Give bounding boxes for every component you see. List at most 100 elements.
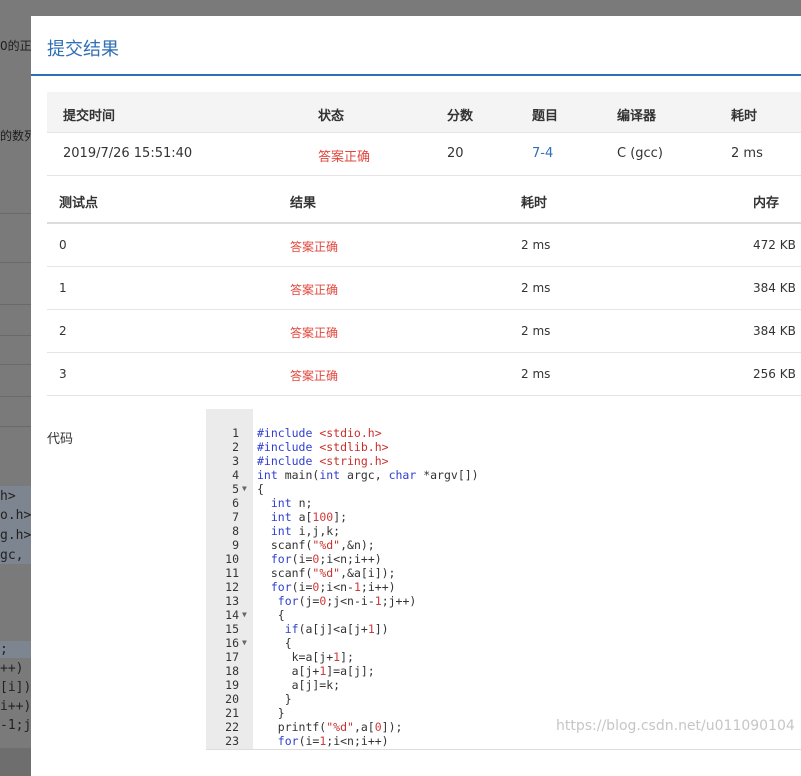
header-result: 结果 xyxy=(290,196,317,211)
code-text: #include <stdio.h> xyxy=(257,426,382,440)
header-score: 分数 xyxy=(447,109,474,124)
code-line: 3 #include <string.h> xyxy=(206,454,801,468)
compiler-value: C (gcc) xyxy=(617,146,663,161)
submission-summary-table: 提交时间 状态 分数 题目 编译器 耗时 2019/7/26 15:51:40 … xyxy=(47,92,801,176)
line-number: 5 xyxy=(232,482,239,496)
header-submit-time: 提交时间 xyxy=(63,109,116,124)
summary-header-row: 提交时间 状态 分数 题目 编译器 耗时 xyxy=(47,92,801,133)
status-accepted: 答案正确 xyxy=(318,150,371,165)
line-number: 9 xyxy=(232,538,239,552)
code-line: 4 int main(int argc, char *argv[]) xyxy=(206,468,801,482)
code-text: scanf("%d",&a[i]); xyxy=(257,566,396,580)
code-text: for(i=0;i<n;i++) xyxy=(270,552,382,566)
test-case-row: 1 答案正确 2 ms 384 KB xyxy=(47,267,801,310)
code-text: if(a[j]<a[j+1]) xyxy=(284,622,389,636)
code-line: 20 } xyxy=(206,692,801,706)
code-text: int n; xyxy=(270,496,313,510)
submission-result-dialog: 提交结果 提交时间 状态 分数 题目 编译器 耗时 2019/7/26 15:5… xyxy=(31,16,801,776)
header-duration: 耗时 xyxy=(731,109,758,124)
case-time: 2 ms xyxy=(521,367,551,381)
case-id: 1 xyxy=(59,281,67,295)
line-number: 19 xyxy=(225,678,239,692)
score-value: 20 xyxy=(447,146,464,161)
background-divider xyxy=(0,262,32,263)
line-number: 20 xyxy=(225,692,239,706)
case-time: 2 ms xyxy=(521,324,551,338)
code-text: a[j]=k; xyxy=(257,678,341,692)
line-number: 16 xyxy=(225,636,239,650)
code-line: 5 ▼ { xyxy=(206,482,801,496)
case-time: 2 ms xyxy=(521,281,551,295)
duration-value: 2 ms xyxy=(731,146,763,161)
code-text: int main(int argc, char *argv[]) xyxy=(257,468,479,482)
code-line: 7 int a[100]; xyxy=(206,510,801,524)
code-line: 9 scanf("%d",&n); xyxy=(206,538,801,552)
case-result: 答案正确 xyxy=(290,326,339,340)
code-text: for(i=1;i<n;i++) xyxy=(277,734,389,748)
line-number: 15 xyxy=(225,622,239,636)
background-divider xyxy=(0,335,32,336)
code-text: printf("%d",a[0]); xyxy=(257,720,403,734)
case-time: 2 ms xyxy=(521,238,551,252)
background-code: ; xyxy=(0,642,8,657)
code-line: 12 for(i=0;i<n-1;i++) xyxy=(206,580,801,594)
case-result: 答案正确 xyxy=(290,283,339,297)
code-text: #include <string.h> xyxy=(257,454,389,468)
code-line: 13 for(j=0;j<n-i-1;j++) xyxy=(206,594,801,608)
line-number: 1 xyxy=(232,426,239,440)
test-case-table: 测试点 结果 耗时 内存 0 答案正确 2 ms 472 KB 1 答案正确 2… xyxy=(47,177,801,396)
code-line: 19 a[j]=k; xyxy=(206,678,801,692)
code-text: #include <stdlib.h> xyxy=(257,440,389,454)
line-number: 23 xyxy=(225,734,239,748)
code-line: 6 int n; xyxy=(206,496,801,510)
code-line: 2 #include <stdlib.h> xyxy=(206,440,801,454)
code-text: scanf("%d",&n); xyxy=(257,538,375,552)
code-line: 18 a[j+1]=a[j]; xyxy=(206,664,801,678)
background-divider xyxy=(0,396,32,397)
case-id: 0 xyxy=(59,238,67,252)
submit-time: 2019/7/26 15:51:40 xyxy=(63,146,193,161)
line-number: 8 xyxy=(232,524,239,538)
code-label: 代码 xyxy=(47,432,74,447)
line-number: 10 xyxy=(225,552,239,566)
line-number: 18 xyxy=(225,664,239,678)
case-result: 答案正确 xyxy=(290,369,339,383)
test-case-row: 2 答案正确 2 ms 384 KB xyxy=(47,310,801,353)
summary-row: 2019/7/26 15:51:40 答案正确 20 7-4 C (gcc) 2… xyxy=(47,133,801,176)
line-number: 2 xyxy=(232,440,239,454)
background-code: o.h> xyxy=(0,508,32,523)
code-text: a[j+1]=a[j]; xyxy=(257,664,375,678)
background-divider xyxy=(0,426,32,427)
line-number: 12 xyxy=(225,580,239,594)
case-memory: 256 KB xyxy=(753,367,796,381)
background-code: i++) xyxy=(0,699,32,714)
line-number: 3 xyxy=(232,454,239,468)
line-number: 4 xyxy=(232,468,239,482)
fold-toggle-icon[interactable]: ▼ xyxy=(242,608,247,622)
background-divider xyxy=(0,213,32,214)
problem-link[interactable]: 7-4 xyxy=(532,146,553,161)
line-number: 21 xyxy=(225,706,239,720)
code-line: 1 #include <stdio.h> xyxy=(206,426,801,440)
test-case-row: 0 答案正确 2 ms 472 KB xyxy=(47,224,801,267)
line-number: 22 xyxy=(225,720,239,734)
dialog-title: 提交结果 xyxy=(47,39,119,60)
code-line: 23 for(i=1;i<n;i++) xyxy=(206,734,801,748)
code-line: 17 k=a[j+1]; xyxy=(206,650,801,664)
code-viewer[interactable]: 1 #include <stdio.h> 2 #include <stdlib.h> 3… xyxy=(206,409,801,750)
code-text: } xyxy=(257,692,292,706)
code-text: { xyxy=(257,608,285,622)
case-id: 3 xyxy=(59,367,67,381)
fold-toggle-icon[interactable]: ▼ xyxy=(242,482,247,496)
background-code: ++) xyxy=(0,661,24,676)
background-divider xyxy=(0,364,32,365)
line-number: 6 xyxy=(232,496,239,510)
header-case-id: 测试点 xyxy=(59,196,99,211)
case-result: 答案正确 xyxy=(290,240,339,254)
case-memory: 384 KB xyxy=(753,324,796,338)
watermark: https://blog.csdn.net/u011090104 xyxy=(556,718,795,734)
background-code: g.h> xyxy=(0,528,32,543)
code-line: 10 for(i=0;i<n;i++) xyxy=(206,552,801,566)
fold-toggle-icon[interactable]: ▼ xyxy=(242,636,247,650)
case-id: 2 xyxy=(59,324,67,338)
